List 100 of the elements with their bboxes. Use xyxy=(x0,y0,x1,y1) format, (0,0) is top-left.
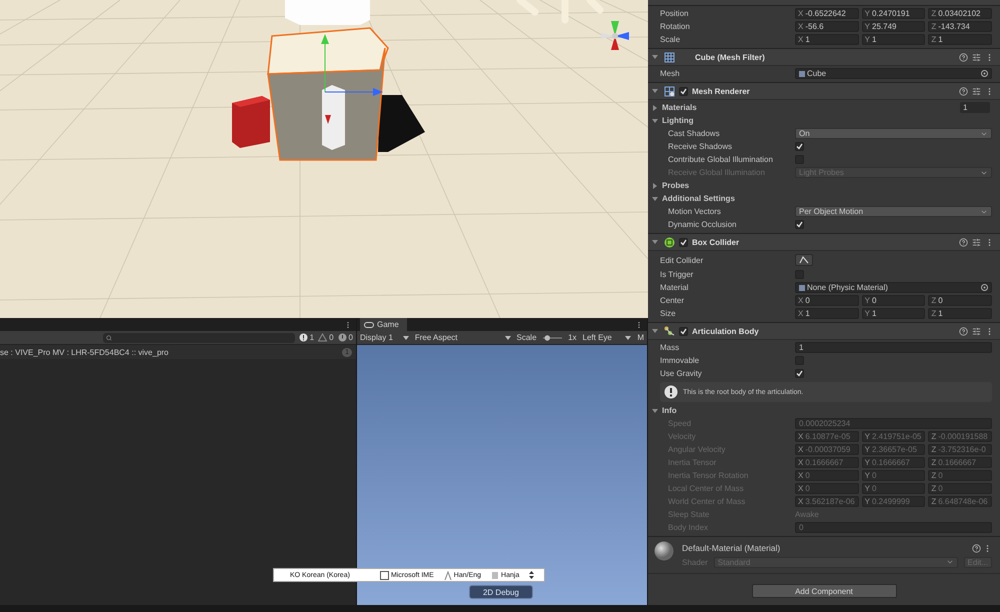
checkbox[interactable] xyxy=(679,326,688,336)
mesh-icon xyxy=(799,70,805,76)
counter-toggle[interactable]: 1 xyxy=(298,333,314,342)
field-label: Mass xyxy=(660,343,680,352)
caret-icon xyxy=(402,336,409,340)
number-field[interactable]: Z 1 xyxy=(928,34,992,45)
field-label: Dynamic Occlusion xyxy=(668,220,738,229)
target-icon xyxy=(981,284,988,291)
checkbox[interactable] xyxy=(795,220,804,229)
number-field[interactable]: X 1 xyxy=(795,308,859,319)
field-label: Position xyxy=(660,9,690,18)
sliders-icon[interactable] xyxy=(972,52,981,62)
counter-toggle[interactable]: 0 xyxy=(318,333,334,342)
grid-icon xyxy=(664,86,675,96)
sphere-icon xyxy=(654,541,674,561)
field-label: Use Gravity xyxy=(660,369,703,378)
foldout-label[interactable]: Lighting xyxy=(662,116,694,125)
component-header[interactable]: Box Collider xyxy=(648,233,1000,251)
help-icon[interactable] xyxy=(959,238,968,246)
number-field[interactable]: X -56.6 xyxy=(795,21,859,32)
field-label: Receive Shadows xyxy=(668,142,734,151)
number-field[interactable]: Y 25.749 xyxy=(862,21,926,32)
expanded-arrow-icon[interactable] xyxy=(652,54,658,60)
foldout-label[interactable]: Materials xyxy=(662,103,697,112)
aspect-dropdown[interactable]: Free Aspect xyxy=(414,333,511,342)
field-label: Scale xyxy=(660,35,682,44)
component-header[interactable]: Cube (Mesh Filter) xyxy=(648,48,1000,66)
checkbox[interactable] xyxy=(795,369,804,378)
count-field[interactable]: 1 xyxy=(960,102,990,113)
field-label: Contribute Global Illumination xyxy=(668,155,774,164)
material-name: Default-Material (Material) xyxy=(682,543,780,553)
debug-button[interactable]: 2D Debug xyxy=(469,585,533,599)
search-field[interactable] xyxy=(103,332,295,342)
number-field[interactable]: Y 0 xyxy=(862,295,926,306)
text-field[interactable]: 1 xyxy=(795,342,992,353)
vertex-shape-icon xyxy=(799,256,809,264)
component-header[interactable]: Mesh Renderer xyxy=(648,82,1000,100)
field-label: Immovable xyxy=(660,356,700,365)
eye-dropdown[interactable]: Left Eye xyxy=(582,333,632,342)
field-label: Center xyxy=(660,296,686,305)
sliders-icon[interactable] xyxy=(972,238,981,246)
options-arrow-icon[interactable] xyxy=(529,571,534,579)
foldout-label[interactable]: Additional Settings xyxy=(662,194,735,203)
number-field[interactable]: Y 1 xyxy=(862,34,926,45)
object-field[interactable]: None (Physic Material) xyxy=(795,282,992,293)
expanded-arrow-icon[interactable] xyxy=(652,196,658,202)
collapsed-arrow-icon[interactable] xyxy=(652,182,658,188)
expanded-arrow-icon[interactable] xyxy=(652,118,658,124)
object-field[interactable]: Cube xyxy=(795,68,992,79)
number-field[interactable]: Z -143.734 xyxy=(928,21,992,32)
display-dropdown[interactable]: Display 1 xyxy=(360,333,409,342)
sliders-icon[interactable] xyxy=(972,326,981,336)
collapsed-arrow-icon[interactable] xyxy=(652,104,658,110)
number-field[interactable]: X 1 xyxy=(795,34,859,45)
number-field[interactable]: Z 0 xyxy=(928,295,992,306)
sliders-icon[interactable] xyxy=(972,86,981,96)
dropdown[interactable]: On xyxy=(795,128,992,139)
number-field[interactable]: Z 0.03402102 xyxy=(928,8,992,19)
caret-icon xyxy=(625,336,632,340)
expanded-arrow-icon[interactable] xyxy=(652,239,658,245)
counter-toggle[interactable]: 0 xyxy=(338,333,353,342)
mesh-icon xyxy=(799,284,805,290)
help-icon[interactable] xyxy=(959,86,968,96)
checkbox[interactable] xyxy=(795,142,804,151)
number-field[interactable]: X -0.6522642 xyxy=(795,8,859,19)
number-field[interactable]: Z 1 xyxy=(928,308,992,319)
number-field[interactable]: Y 0.2470191 xyxy=(862,8,926,19)
warning-icon xyxy=(318,333,328,342)
game-tab[interactable]: Game xyxy=(360,318,407,331)
help-icon[interactable] xyxy=(959,52,968,62)
help-icon[interactable] xyxy=(972,544,981,552)
joint-chain-icon xyxy=(664,326,675,336)
slider-thumb[interactable] xyxy=(544,334,550,340)
expanded-arrow-icon[interactable] xyxy=(652,88,658,94)
add-component-button[interactable]: Add Component xyxy=(752,584,896,598)
expanded-arrow-icon[interactable] xyxy=(652,408,658,414)
foldout-label[interactable]: Info xyxy=(662,406,677,415)
warning-icon xyxy=(664,385,678,399)
number-field[interactable]: Y 1 xyxy=(862,308,926,319)
checkbox[interactable] xyxy=(679,86,688,96)
field-label: Size xyxy=(660,309,677,318)
grid-icon xyxy=(664,52,675,62)
field-label: Is Trigger xyxy=(660,270,694,279)
checkbox[interactable] xyxy=(679,238,688,246)
foldout-label[interactable]: Probes xyxy=(662,181,690,190)
caret-icon xyxy=(946,558,954,566)
component-header[interactable]: Articulation Body xyxy=(648,322,1000,340)
field-label: Material xyxy=(660,283,690,292)
help-icon[interactable] xyxy=(959,326,968,336)
expanded-arrow-icon[interactable] xyxy=(652,328,658,334)
collider-icon xyxy=(664,236,675,248)
toolbar-menu[interactable]: M xyxy=(637,333,644,342)
field-label: Rotation xyxy=(660,22,691,31)
field-label: Edit Collider xyxy=(660,256,704,264)
target-icon xyxy=(981,70,988,77)
number-field[interactable]: X 0 xyxy=(795,295,859,306)
edit-collider-button[interactable] xyxy=(795,254,813,266)
field-label: Motion Vectors xyxy=(668,207,722,216)
scale-label: Scale xyxy=(516,333,537,342)
dropdown[interactable]: Per Object Motion xyxy=(795,206,992,217)
